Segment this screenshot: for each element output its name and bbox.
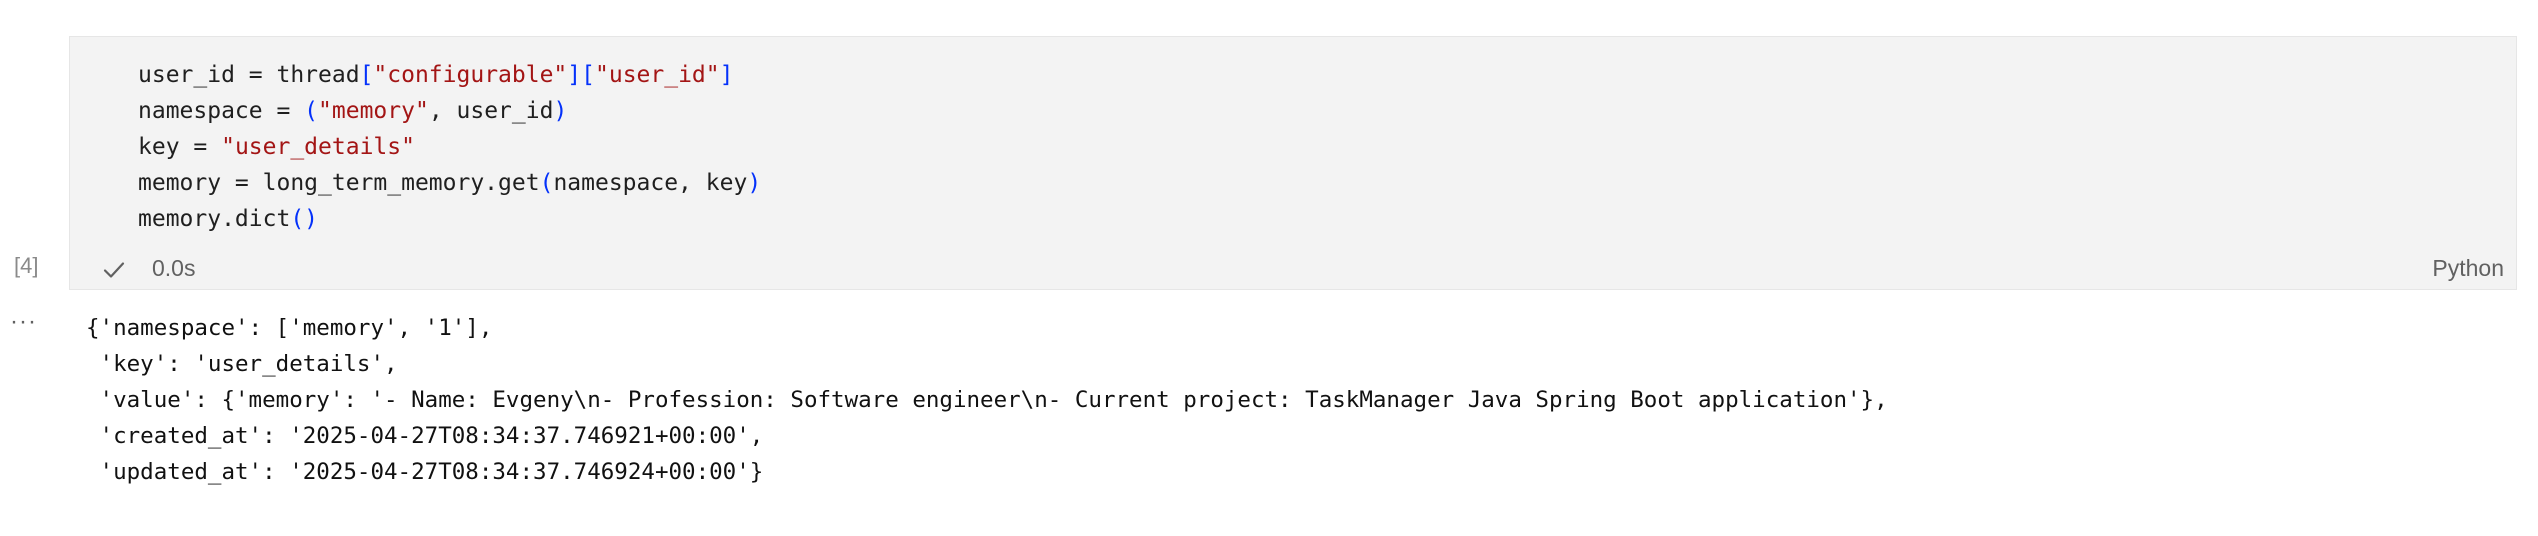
code-token: memory.dict — [138, 206, 291, 232]
output-line: 'updated_at': '2025-04-27T08:34:37.74692… — [86, 459, 764, 485]
code-cell-input[interactable]: user_id = thread["configurable"]["user_i… — [69, 36, 2517, 290]
code-token: [ — [359, 62, 374, 88]
output-more-icon[interactable]: ··· — [10, 308, 37, 336]
code-token: ][ — [567, 62, 595, 88]
code-token: "memory" — [318, 98, 429, 124]
code-token: user_id = thread — [138, 62, 360, 88]
output-line: {'namespace': ['memory', '1'], — [86, 315, 493, 341]
notebook-cell: user_id = thread["configurable"]["user_i… — [0, 0, 2538, 536]
execution-time: 0.0s — [152, 255, 196, 281]
code-token: namespace, key — [553, 170, 748, 196]
code-token: ] — [719, 62, 734, 88]
code-line: memory.dict() — [138, 201, 761, 237]
code-token: ) — [553, 98, 568, 124]
output-line: 'value': {'memory': '- Name: Evgeny\n- P… — [86, 387, 1888, 413]
code-token: "user_id" — [595, 62, 720, 88]
code-token: ( — [539, 170, 554, 196]
code-token: , user_id — [428, 98, 554, 124]
code-token: key = — [138, 134, 222, 160]
code-line: user_id = thread["configurable"]["user_i… — [138, 57, 761, 93]
code-line: key = "user_details" — [138, 129, 761, 165]
code-token: memory = long_term_memory.get — [138, 170, 540, 196]
output-line: 'created_at': '2025-04-27T08:34:37.74692… — [86, 423, 764, 449]
code-token: "user_details" — [221, 134, 415, 160]
language-selector[interactable]: Python — [2432, 255, 2504, 282]
code-line: memory = long_term_memory.get(namespace,… — [138, 165, 761, 201]
check-icon — [103, 262, 125, 278]
code-token: ) — [747, 170, 762, 196]
code-token: "configurable" — [373, 62, 568, 88]
code-editor[interactable]: user_id = thread["configurable"]["user_i… — [138, 57, 761, 237]
output-line: 'key': 'user_details', — [86, 351, 398, 377]
code-token: namespace = — [138, 98, 305, 124]
execution-count: [4] — [14, 253, 39, 278]
code-token: () — [290, 206, 319, 232]
code-line: namespace = ("memory", user_id) — [138, 93, 761, 129]
cell-output: {'namespace': ['memory', '1'], 'key': 'u… — [86, 310, 1888, 490]
code-token: ( — [304, 98, 319, 124]
